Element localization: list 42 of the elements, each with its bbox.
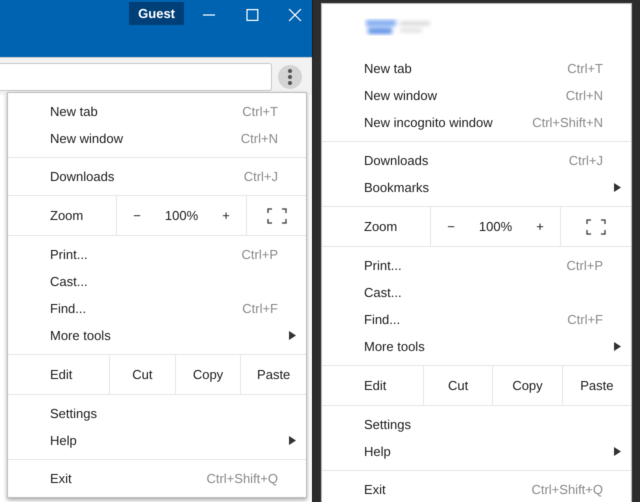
menu-item[interactable]: Cast... bbox=[322, 279, 631, 306]
menu-button[interactable] bbox=[278, 64, 302, 88]
fullscreen-icon[interactable] bbox=[586, 218, 606, 234]
zoom-label: Zoom bbox=[49, 206, 84, 225]
edit-action-button[interactable]: Copy bbox=[174, 355, 240, 394]
zoom-out-button[interactable]: − bbox=[117, 206, 157, 226]
edit-action-button[interactable]: Paste bbox=[240, 355, 306, 394]
menu-item[interactable]: More tools bbox=[322, 333, 631, 360]
menu-item[interactable]: Cast... bbox=[8, 268, 306, 295]
edit-action-button[interactable]: Cut bbox=[423, 366, 492, 405]
zoom-in-button[interactable]: + bbox=[206, 206, 246, 226]
menu-item[interactable]: Downloads Ctrl+J bbox=[8, 163, 306, 190]
menu-item[interactable]: Exit Ctrl+Shift+Q bbox=[8, 465, 306, 492]
zoom-level: 100% bbox=[478, 218, 514, 236]
menu-item[interactable]: Downloads Ctrl+J bbox=[322, 147, 631, 174]
menu-item[interactable]: Find... Ctrl+F bbox=[322, 306, 631, 333]
zoom-in-button[interactable]: + bbox=[520, 216, 560, 236]
menu-item[interactable]: Bookmarks bbox=[322, 174, 631, 201]
menu-item[interactable]: Help bbox=[8, 427, 306, 454]
menu-item[interactable]: New incognito window Ctrl+Shift+N bbox=[322, 109, 631, 136]
edit-action-button[interactable]: Paste bbox=[562, 366, 631, 405]
edit-action-button[interactable]: Copy bbox=[492, 366, 562, 405]
menu-item[interactable]: Print... Ctrl+P bbox=[322, 252, 631, 279]
edit-label: Edit bbox=[363, 376, 388, 395]
menu-item[interactable]: New window Ctrl+N bbox=[8, 125, 306, 152]
menu-item[interactable]: Exit Ctrl+Shift+Q bbox=[322, 476, 631, 502]
menu-item[interactable]: New window Ctrl+N bbox=[322, 82, 631, 109]
menu-item[interactable]: Help bbox=[322, 438, 631, 465]
fullscreen-icon[interactable] bbox=[266, 208, 286, 224]
menu-item[interactable]: New tab Ctrl+T bbox=[322, 55, 631, 82]
menu-item[interactable]: New tab Ctrl+T bbox=[8, 98, 306, 125]
zoom-label: Zoom bbox=[363, 218, 398, 236]
menu-item[interactable]: Settings bbox=[322, 411, 631, 438]
menu-item[interactable]: Settings bbox=[8, 400, 306, 427]
zoom-level: 100% bbox=[164, 206, 200, 225]
zoom-out-button[interactable]: − bbox=[431, 216, 471, 236]
edit-action-button[interactable]: Cut bbox=[109, 355, 175, 394]
guest-badge: Guest bbox=[129, 2, 184, 25]
menu-item[interactable]: Find... Ctrl+F bbox=[8, 295, 306, 322]
edit-label: Edit bbox=[49, 366, 74, 384]
menu-item[interactable]: More tools bbox=[8, 322, 306, 349]
menu-item[interactable]: Print... Ctrl+P bbox=[8, 241, 306, 268]
